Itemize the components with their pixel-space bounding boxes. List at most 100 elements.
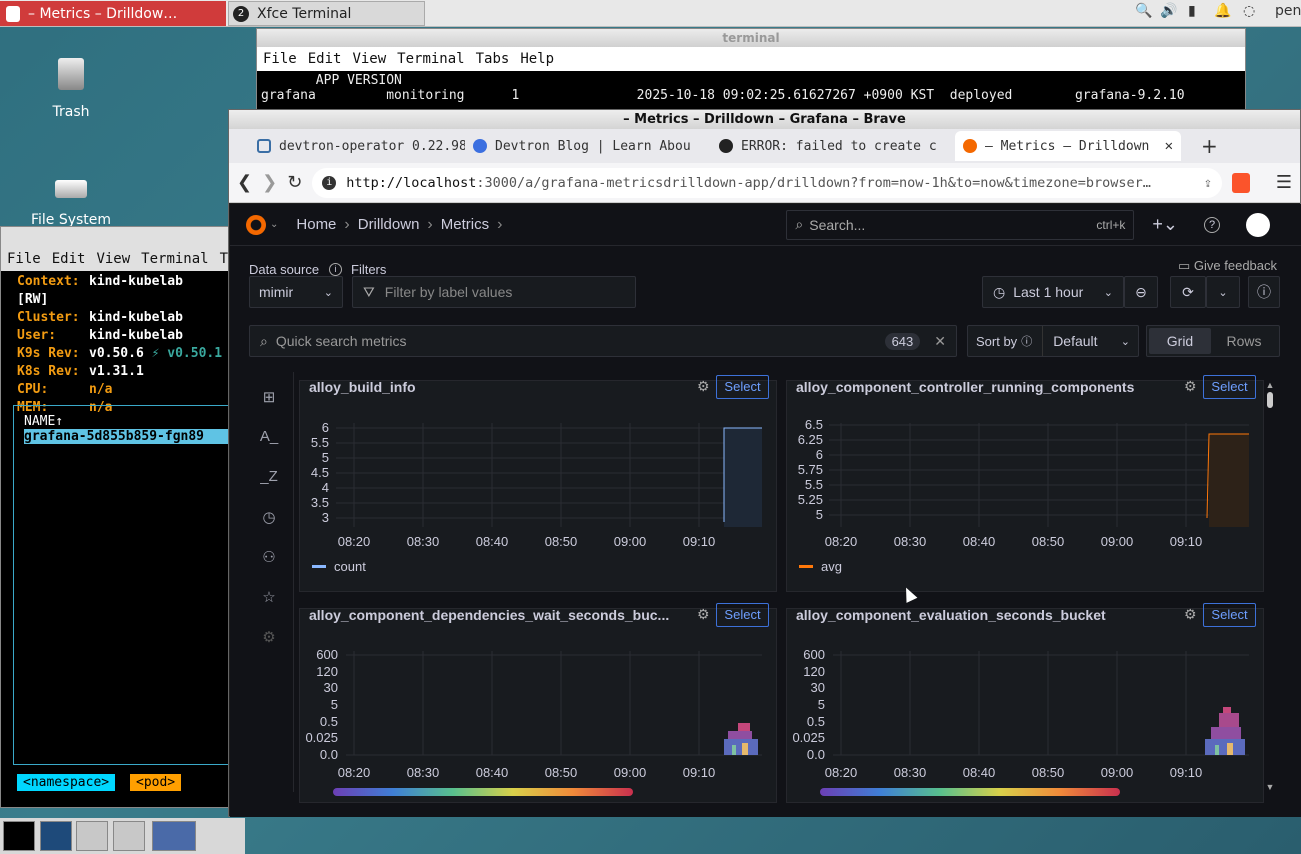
pod-row[interactable]: grafana-5d855b859-fgn89: [24, 429, 230, 444]
select-button[interactable]: Select: [1203, 603, 1256, 627]
sort-az-icon[interactable]: A_: [259, 428, 279, 445]
y-tick: 30: [811, 680, 825, 695]
refresh-interval-button[interactable]: ⌄: [1206, 276, 1240, 308]
forward-icon[interactable]: ❯: [262, 172, 277, 193]
sort-by-select[interactable]: Sort by ⓘ Default ⌄: [967, 325, 1139, 357]
menu-help[interactable]: Help: [520, 51, 554, 67]
y-tick: 3: [322, 510, 329, 525]
gear-icon[interactable]: ⚙: [1184, 606, 1197, 623]
search-icon[interactable]: 🔍: [1135, 3, 1152, 19]
settings-icon[interactable]: ⚙: [259, 628, 279, 646]
view-grid-button[interactable]: Grid: [1149, 328, 1211, 354]
scroll-thumb[interactable]: [1267, 392, 1273, 408]
time-range-picker[interactable]: ◷ Last 1 hour ⌄: [982, 276, 1124, 308]
clear-icon[interactable]: ✕: [934, 333, 946, 350]
menu-tabs[interactable]: Tabs: [476, 51, 510, 67]
help-icon[interactable]: ?: [1204, 216, 1221, 233]
reload-icon[interactable]: ↻: [287, 172, 302, 193]
url-field[interactable]: i http://localhost:3000/a/grafana-metric…: [312, 167, 1222, 198]
select-button[interactable]: Select: [716, 375, 769, 399]
star-icon[interactable]: ☆: [259, 588, 279, 606]
taskbar-brave[interactable]: – Metrics – Drilldow…: [0, 1, 226, 26]
avatar[interactable]: [1246, 212, 1271, 237]
apple-icon[interactable]: [76, 821, 108, 851]
xterm-icon[interactable]: [3, 821, 35, 851]
tab-devtron-operator[interactable]: devtron-operator 0.22.98: [229, 131, 465, 161]
info-icon[interactable]: i: [329, 263, 342, 276]
crumb-namespace[interactable]: <namespace>: [17, 774, 116, 791]
menu-view[interactable]: View: [352, 51, 386, 67]
chevron-down-icon[interactable]: ⌄: [270, 219, 278, 230]
heatmap-cells: [1205, 707, 1245, 755]
add-icon[interactable]: +⌄: [1152, 214, 1178, 235]
close-tab-icon[interactable]: ✕: [1165, 138, 1173, 154]
breadcrumb-home[interactable]: Home: [296, 216, 336, 233]
clock-icon[interactable]: ◌: [1243, 3, 1255, 19]
sort-z-icon[interactable]: _Z: [259, 468, 279, 485]
site-info-icon[interactable]: i: [322, 175, 337, 190]
filter-input[interactable]: ⛛ Filter by label values: [352, 276, 636, 308]
notes-icon[interactable]: [40, 821, 72, 851]
tab-devtron-blog[interactable]: Devtron Blog | Learn Abou: [465, 131, 711, 161]
grid-icon[interactable]: ⊞: [259, 388, 279, 406]
give-feedback-link[interactable]: ▭ Give feedback: [1178, 258, 1277, 274]
volume-icon[interactable]: 🔊: [1160, 3, 1177, 19]
x-tick: 08:40: [963, 765, 996, 780]
menu-edit[interactable]: Edit: [308, 51, 342, 67]
select-button[interactable]: Select: [1203, 375, 1256, 399]
legend[interactable]: avg: [799, 559, 842, 574]
crumb-pod[interactable]: <pod>: [130, 774, 182, 791]
top-panel: – Metrics – Drilldow… 2 Xfce Terminal 🔍 🔊…: [0, 0, 1301, 27]
metric-panel: alloy_build_info ⚙ Select 6 5.5 5 4.5 4 …: [299, 375, 777, 592]
history-icon[interactable]: ◷: [259, 508, 279, 526]
menu-terminal[interactable]: Terminal: [397, 51, 464, 67]
legend[interactable]: count: [312, 559, 366, 574]
zoom-out-button[interactable]: ⊖: [1124, 276, 1158, 308]
menu-terminal[interactable]: Terminal: [141, 251, 208, 267]
hierarchy-icon[interactable]: ⚇: [259, 548, 279, 566]
tab-grafana-metrics[interactable]: – Metrics – Drilldown ✕: [955, 131, 1181, 161]
taskbar-terminal[interactable]: 2 Xfce Terminal: [228, 1, 425, 26]
files-icon[interactable]: [113, 821, 145, 851]
gear-icon[interactable]: ⚙: [1184, 378, 1197, 395]
brave-window[interactable]: – Metrics – Drilldown – Grafana – Brave …: [228, 109, 1301, 817]
brave-shields-icon[interactable]: [1231, 172, 1250, 193]
share-icon[interactable]: ⇪: [1204, 175, 1212, 191]
scroll-down-icon[interactable]: ▼: [1264, 782, 1276, 792]
layout-toggle: Grid Rows: [1146, 325, 1280, 357]
menu-file[interactable]: File: [263, 51, 297, 67]
terminal-window[interactable]: terminal File Edit View Terminal Tabs Help AP…: [256, 28, 1246, 131]
grafana-logo-icon[interactable]: [246, 214, 266, 235]
info-button[interactable]: ⓘ: [1248, 276, 1280, 308]
trash-desktop-icon[interactable]: Trash: [26, 58, 116, 120]
gear-icon[interactable]: ⚙: [697, 378, 710, 395]
filesystem-desktop-icon[interactable]: File System: [26, 180, 116, 228]
menu-file[interactable]: File: [7, 251, 41, 267]
tab-github-error[interactable]: ERROR: failed to create c: [711, 131, 955, 161]
refresh-button[interactable]: ⟳: [1170, 276, 1206, 308]
panel-chart: 6 5.5 5 4.5 4 3.5 3 08:20 08:30 08:40 08…: [311, 420, 762, 549]
k9s-menubar: FileEditViewTerminalTa: [1, 247, 236, 271]
breadcrumb-metrics[interactable]: Metrics: [441, 216, 489, 233]
brave-dock-icon[interactable]: [152, 821, 196, 851]
view-rows-button[interactable]: Rows: [1211, 333, 1277, 349]
gear-icon[interactable]: ⚙: [697, 606, 710, 623]
datasource-select[interactable]: mimir ⌄: [249, 276, 343, 308]
user-name[interactable]: pen: [1275, 3, 1301, 19]
column-header[interactable]: NAME↑: [14, 406, 230, 429]
breadcrumb-drilldown[interactable]: Drilldown: [358, 216, 420, 233]
k9s-terminal-window[interactable]: FileEditViewTerminalTa Context:kind-kube…: [0, 226, 236, 808]
global-search-input[interactable]: ⌕ Search... ctrl+k: [786, 209, 1135, 240]
bell-icon[interactable]: 🔔: [1214, 3, 1231, 19]
menu-view[interactable]: View: [96, 251, 130, 267]
quick-search-input[interactable]: ⌕ Quick search metrics 643 ✕: [249, 325, 957, 357]
scrollbar[interactable]: ▲ ▼: [1264, 380, 1276, 792]
new-tab-button[interactable]: +: [1201, 134, 1218, 158]
select-button[interactable]: Select: [716, 603, 769, 627]
scroll-up-icon[interactable]: ▲: [1264, 380, 1276, 390]
x-tick: 08:40: [963, 534, 996, 549]
menu-icon[interactable]: ☰: [1276, 172, 1292, 193]
back-icon[interactable]: ❮: [237, 172, 252, 193]
battery-icon[interactable]: ▮: [1188, 3, 1196, 19]
menu-edit[interactable]: Edit: [52, 251, 86, 267]
